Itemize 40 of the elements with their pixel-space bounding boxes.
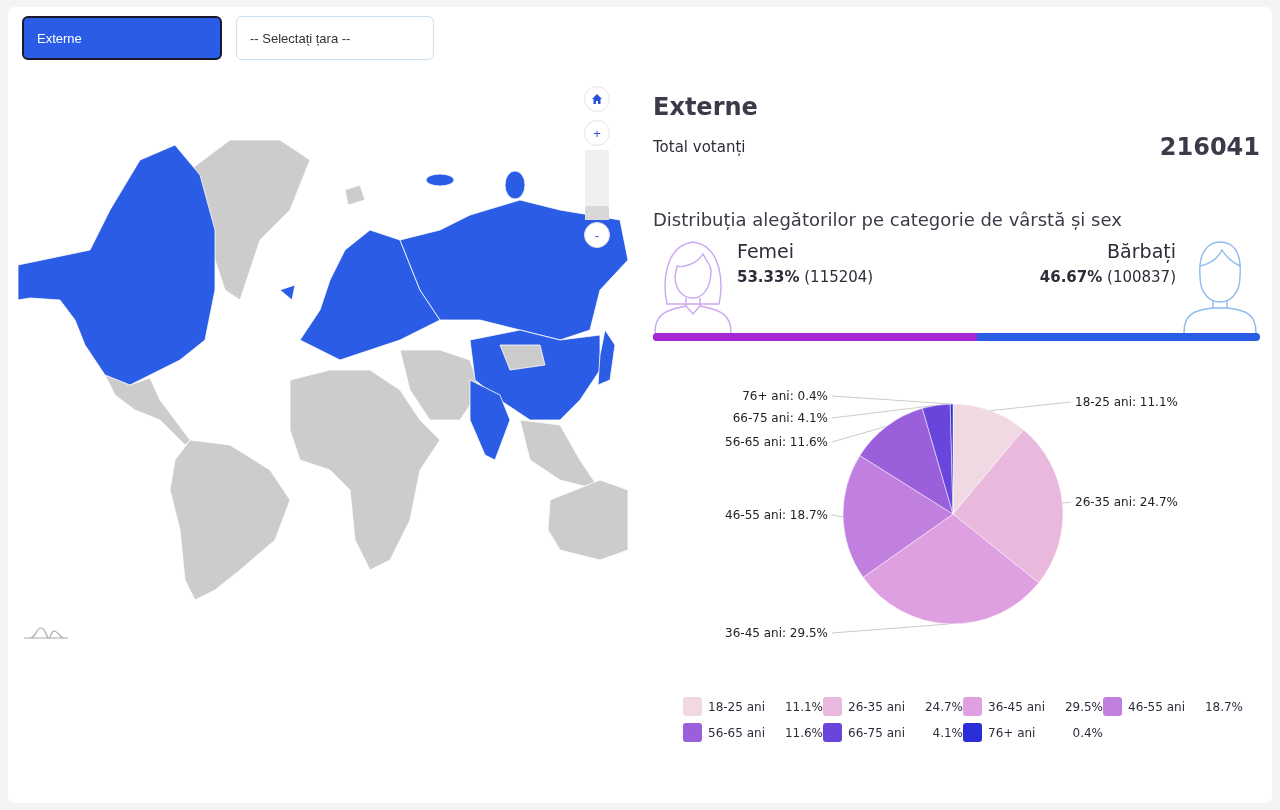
leader-line	[1061, 501, 1072, 504]
total-label: Total votanți	[653, 138, 746, 156]
slice-label: 56-65 ani: 11.6%	[725, 434, 828, 449]
legend-label: 18-25 ani	[708, 699, 766, 714]
zoom-in-button[interactable]: +	[584, 120, 610, 146]
legend-value: 18.7%	[1203, 699, 1243, 714]
slice-label: 76+ ani: 0.4%	[742, 388, 828, 403]
slice-label: 46-55 ani: 18.7%	[725, 507, 828, 522]
legend-value: 24.7%	[923, 699, 963, 714]
legend-value: 4.1%	[931, 725, 963, 740]
slice-label: 36-45 ani: 29.5%	[725, 625, 828, 640]
female-share: 53.33% (115204)	[737, 268, 875, 286]
zoom-slider[interactable]	[585, 150, 609, 220]
home-button[interactable]	[584, 86, 610, 112]
leader-line	[831, 425, 888, 443]
home-icon	[591, 93, 603, 105]
legend-label: 56-65 ani	[708, 725, 766, 740]
section-title: Externe	[653, 93, 759, 121]
country-select[interactable]: -- Selectați țara --	[236, 16, 434, 60]
legend-label: 76+ ani	[988, 725, 1037, 740]
externe-button[interactable]: Externe	[22, 16, 222, 60]
slice-label: 66-75 ani: 4.1%	[732, 410, 828, 425]
mountain-logo-icon	[22, 626, 70, 640]
distribution-title: Distribuția alegătorilor pe categorie de vârstă și sex	[653, 209, 1123, 230]
legend-value: 0.4%	[1071, 725, 1103, 740]
leader-line	[831, 514, 844, 518]
legend-value: 11.1%	[783, 699, 823, 714]
total-value: 216041	[1159, 133, 1260, 161]
legend-value: 11.6%	[783, 725, 823, 740]
male-label: Bărbați	[1107, 240, 1176, 262]
male-share: 46.67% (100837)	[1039, 268, 1176, 286]
zoom-slider-thumb[interactable]	[585, 206, 609, 220]
slice-label: 26-35 ani: 24.7%	[1075, 494, 1178, 509]
legend-label: 36-45 ani	[988, 699, 1046, 714]
female-label: Femei	[737, 240, 796, 262]
legend-label: 46-55 ani	[1128, 699, 1186, 714]
legend-label: 26-35 ani	[848, 699, 906, 714]
slice-label: 18-25 ani: 11.1%	[1075, 394, 1178, 409]
legend-label: 66-75 ani	[848, 725, 906, 740]
legend-value: 29.5%	[1063, 699, 1103, 714]
